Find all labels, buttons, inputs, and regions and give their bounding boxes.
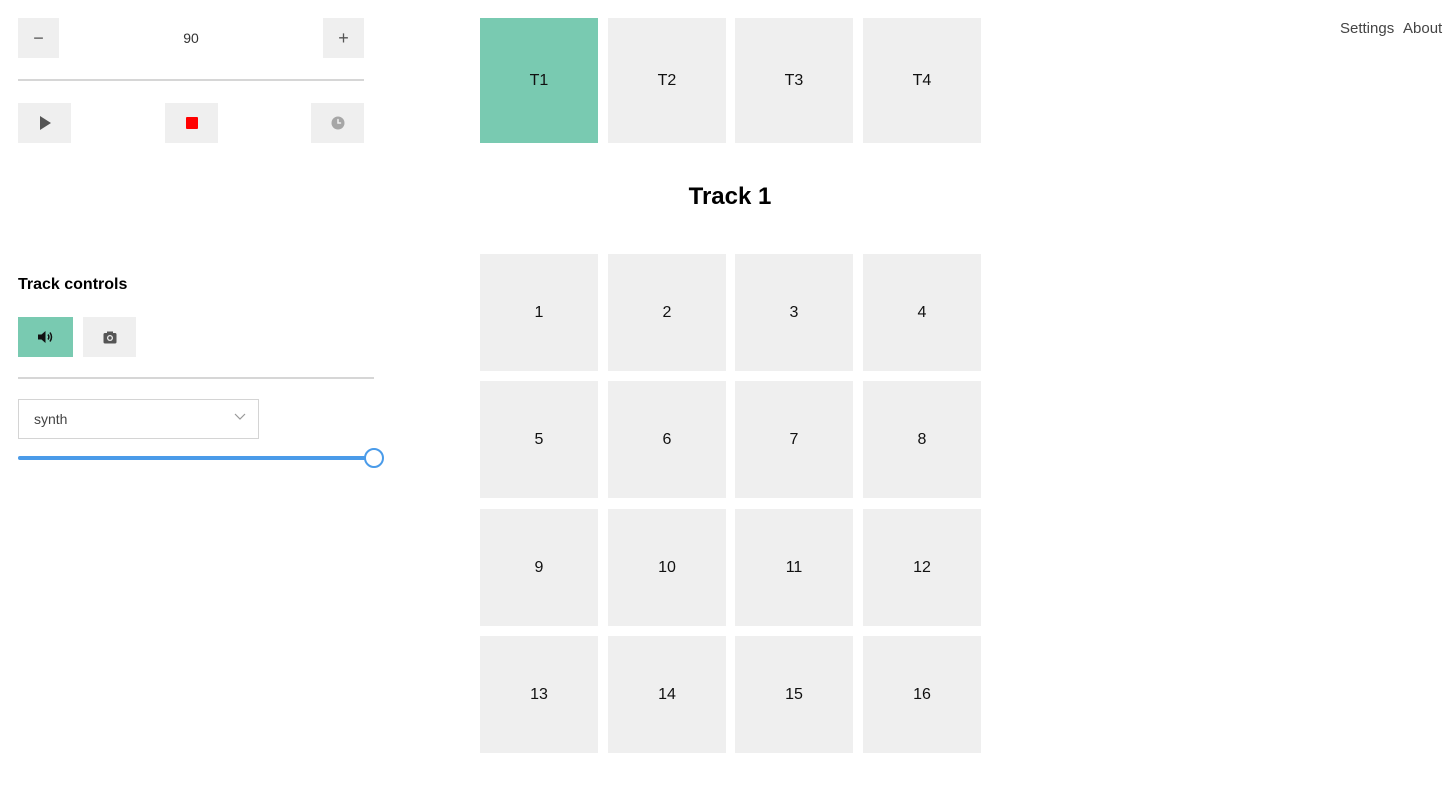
pad[interactable]: 12 (863, 509, 981, 626)
pad[interactable]: 16 (863, 636, 981, 753)
pad[interactable]: 14 (608, 636, 726, 753)
pad[interactable]: 15 (735, 636, 853, 753)
pad[interactable]: 4 (863, 254, 981, 371)
track-controls-heading: Track controls (18, 276, 128, 293)
sound-toggle-button[interactable] (18, 317, 73, 357)
tempo-decrement-button[interactable]: − (18, 18, 59, 58)
pad[interactable]: 3 (735, 254, 853, 371)
camera-icon (103, 331, 116, 343)
settings-link[interactable]: Settings (1340, 20, 1394, 37)
pad[interactable]: 11 (735, 509, 853, 626)
tab-track-4[interactable]: T4 (863, 18, 981, 143)
tab-track-2[interactable]: T2 (608, 18, 726, 143)
tab-track-1[interactable]: T1 (480, 18, 598, 143)
tempo-value: 90 (183, 30, 199, 46)
clock-icon (331, 116, 344, 130)
instrument-select-value: synth (34, 411, 68, 427)
metronome-button[interactable] (311, 103, 364, 143)
pad[interactable]: 6 (608, 381, 726, 498)
track-title: Track 1 (688, 183, 772, 210)
speaker-icon (37, 331, 52, 343)
pad[interactable]: 2 (608, 254, 726, 371)
play-icon (39, 116, 51, 130)
record-button[interactable] (83, 317, 136, 357)
volume-slider-fill (18, 456, 374, 460)
pad[interactable]: 13 (480, 636, 598, 753)
pad[interactable]: 7 (735, 381, 853, 498)
tab-track-3[interactable]: T3 (735, 18, 853, 143)
instrument-select[interactable]: synth (18, 399, 259, 439)
chevron-down-icon (234, 413, 246, 420)
play-button[interactable] (18, 103, 71, 143)
volume-slider-thumb[interactable] (364, 448, 384, 468)
pad[interactable]: 10 (608, 509, 726, 626)
divider (18, 79, 364, 81)
pad[interactable]: 1 (480, 254, 598, 371)
tempo-increment-button[interactable]: + (323, 18, 364, 58)
stop-button[interactable] (165, 103, 218, 143)
pad[interactable]: 8 (863, 381, 981, 498)
pad[interactable]: 5 (480, 381, 598, 498)
pad[interactable]: 9 (480, 509, 598, 626)
about-link[interactable]: About (1403, 20, 1442, 37)
stop-icon (185, 117, 198, 129)
divider (18, 377, 374, 379)
